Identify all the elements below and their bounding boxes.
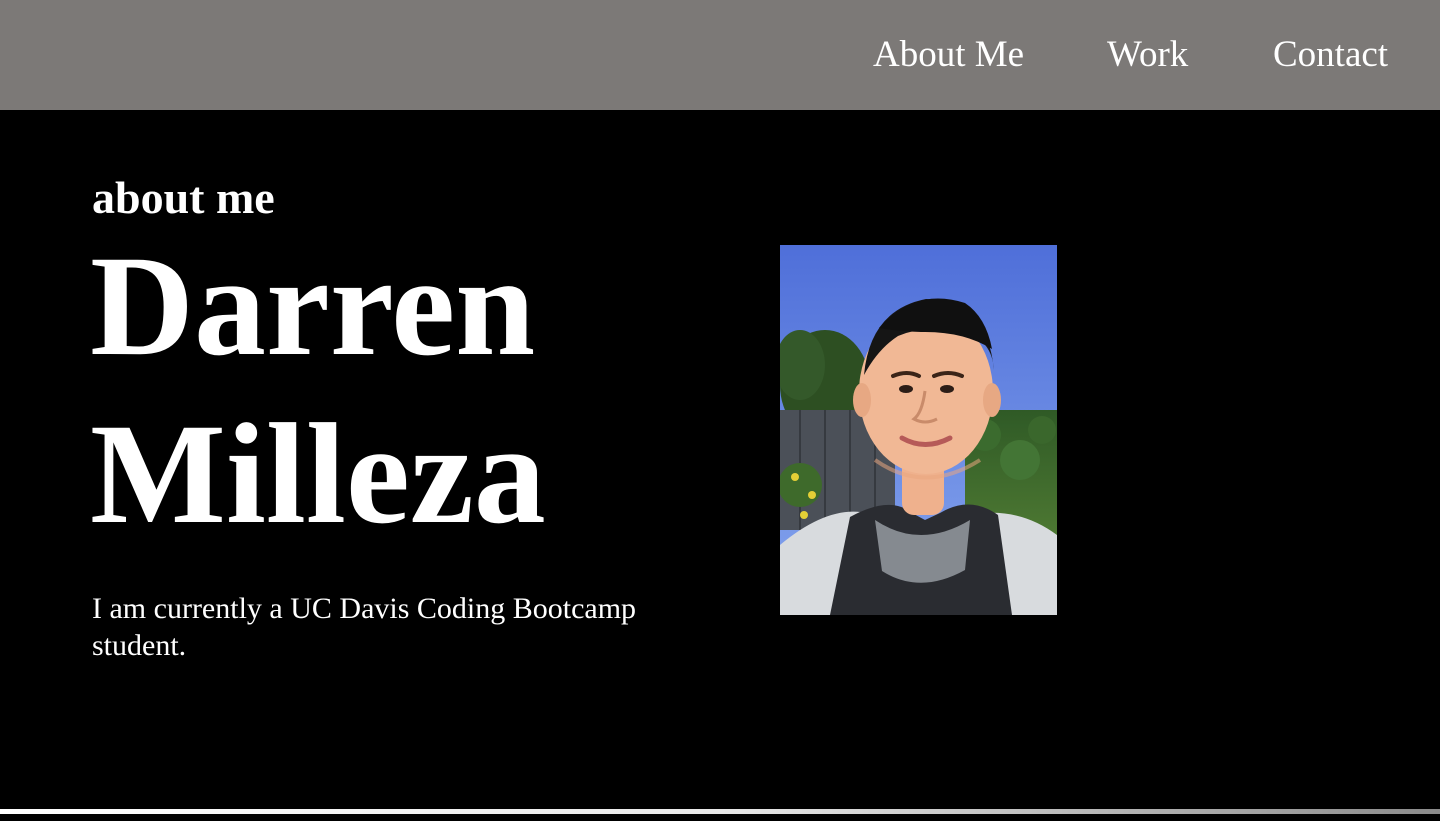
bio-text: I am currently a UC Davis Coding Bootcam… xyxy=(92,592,637,662)
page: About Me Work Contact about me Darren Mi… xyxy=(0,0,1440,821)
name-last: Milleza xyxy=(90,395,546,554)
nav-link-about-me[interactable]: About Me xyxy=(873,33,1024,77)
profile-photo-illustration xyxy=(780,245,1057,615)
profile-photo xyxy=(780,245,1057,615)
navbar: About Me Work Contact xyxy=(0,0,1440,110)
section-heading: about me xyxy=(92,172,275,223)
nav-link-contact[interactable]: Contact xyxy=(1273,33,1388,77)
footer-rule xyxy=(0,809,1440,814)
nav-link-work[interactable]: Work xyxy=(1107,33,1188,77)
name-first: Darren xyxy=(90,227,536,386)
